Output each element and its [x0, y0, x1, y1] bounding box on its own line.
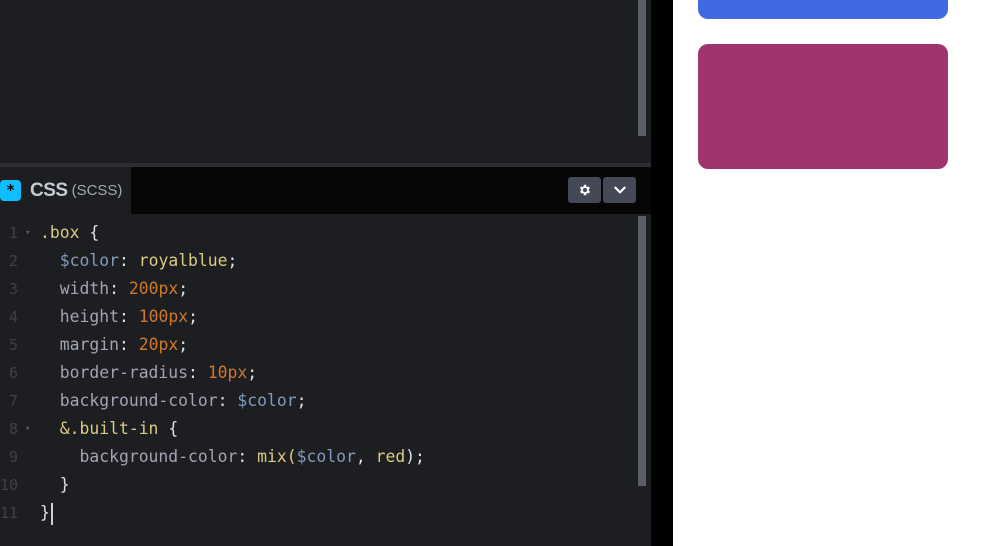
- line-number: 10: [0, 476, 19, 494]
- result-preview: [673, 0, 996, 546]
- fold-toggle-icon[interactable]: ▾: [25, 219, 30, 247]
- css-language-icon: *: [0, 180, 21, 201]
- css-tab[interactable]: * CSS (SCSS): [0, 167, 131, 214]
- code-text: $color: royalblue;: [59, 251, 238, 270]
- code-text: width: 200px;: [59, 279, 189, 298]
- line-number: 4: [8, 308, 18, 326]
- text-cursor: [50, 502, 53, 525]
- editor-preview-resizer[interactable]: [651, 0, 673, 546]
- css-preprocessor-label: (SCSS): [71, 182, 123, 199]
- code-text: &.built-in {: [59, 419, 179, 438]
- code-text: margin: 20px;: [59, 335, 189, 354]
- css-panel-header: * CSS (SCSS): [0, 167, 651, 214]
- code-text: background-color: mix($color, red);: [79, 447, 425, 466]
- line-number: 1: [8, 224, 18, 242]
- code-text: .box {: [40, 223, 100, 242]
- code-text: }: [40, 499, 53, 527]
- line-number: 7: [8, 392, 18, 410]
- fold-toggle-icon[interactable]: ▾: [25, 415, 30, 443]
- css-settings-button[interactable]: [568, 177, 601, 203]
- gear-icon: [579, 184, 590, 196]
- html-editor-pane[interactable]: [0, 0, 651, 166]
- code-text: height: 100px;: [59, 307, 198, 326]
- line-number: 3: [8, 280, 18, 298]
- editor-column: * CSS (SCSS) 1 ▾ .box { 2 $color: royalblue…: [0, 0, 651, 546]
- line-number: 2: [8, 252, 18, 270]
- css-collapse-button[interactable]: [603, 177, 636, 203]
- css-code-editor[interactable]: 1 ▾ .box { 2 $color: royalblue; 3 width: 200…: [0, 214, 651, 546]
- code-text: border-radius: 10px;: [59, 363, 258, 382]
- html-pane-scrollbar[interactable]: [638, 0, 646, 136]
- line-number: 5: [8, 336, 18, 354]
- line-number: 11: [0, 504, 19, 522]
- chevron-down-icon: [613, 186, 626, 194]
- css-tab-title: CSS: [30, 179, 68, 201]
- line-number: 9: [8, 448, 18, 466]
- preview-box-built-in: [698, 44, 948, 169]
- code-text: background-color: $color;: [59, 391, 307, 410]
- preview-box-royalblue: [698, 0, 948, 19]
- line-number: 8: [8, 420, 18, 438]
- line-number: 6: [8, 364, 18, 382]
- code-text: }: [59, 475, 70, 494]
- codepen-editor-view: * CSS (SCSS) 1 ▾ .box { 2 $color: royalblue…: [0, 0, 996, 546]
- css-editor-scrollbar[interactable]: [638, 216, 646, 486]
